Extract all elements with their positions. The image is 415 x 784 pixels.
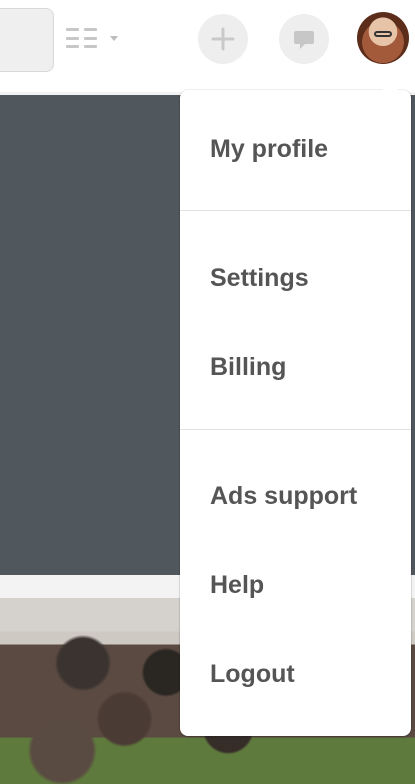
menu-divider (180, 429, 411, 430)
chat-bubble-icon (294, 31, 314, 49)
menu-item-settings[interactable]: Settings (210, 264, 309, 293)
messages-button[interactable] (279, 14, 329, 64)
add-button[interactable] (198, 14, 248, 64)
chevron-down-icon (110, 35, 118, 41)
top-header (0, 0, 415, 92)
search-box[interactable] (0, 8, 54, 72)
menu-item-my-profile[interactable]: My profile (210, 135, 328, 164)
menu-item-help[interactable]: Help (210, 571, 264, 600)
profile-dropdown-menu: My profile Settings Billing Ads support … (180, 82, 411, 736)
avatar[interactable] (357, 12, 409, 64)
menu-item-ads-support[interactable]: Ads support (210, 482, 357, 511)
menu-item-logout[interactable]: Logout (210, 660, 295, 689)
grid-list-icon (66, 26, 104, 50)
view-toggle[interactable] (66, 26, 126, 50)
menu-divider (180, 210, 411, 211)
plus-icon (211, 27, 235, 51)
menu-item-billing[interactable]: Billing (210, 353, 286, 382)
app-frame: My profile Settings Billing Ads support … (0, 0, 415, 784)
